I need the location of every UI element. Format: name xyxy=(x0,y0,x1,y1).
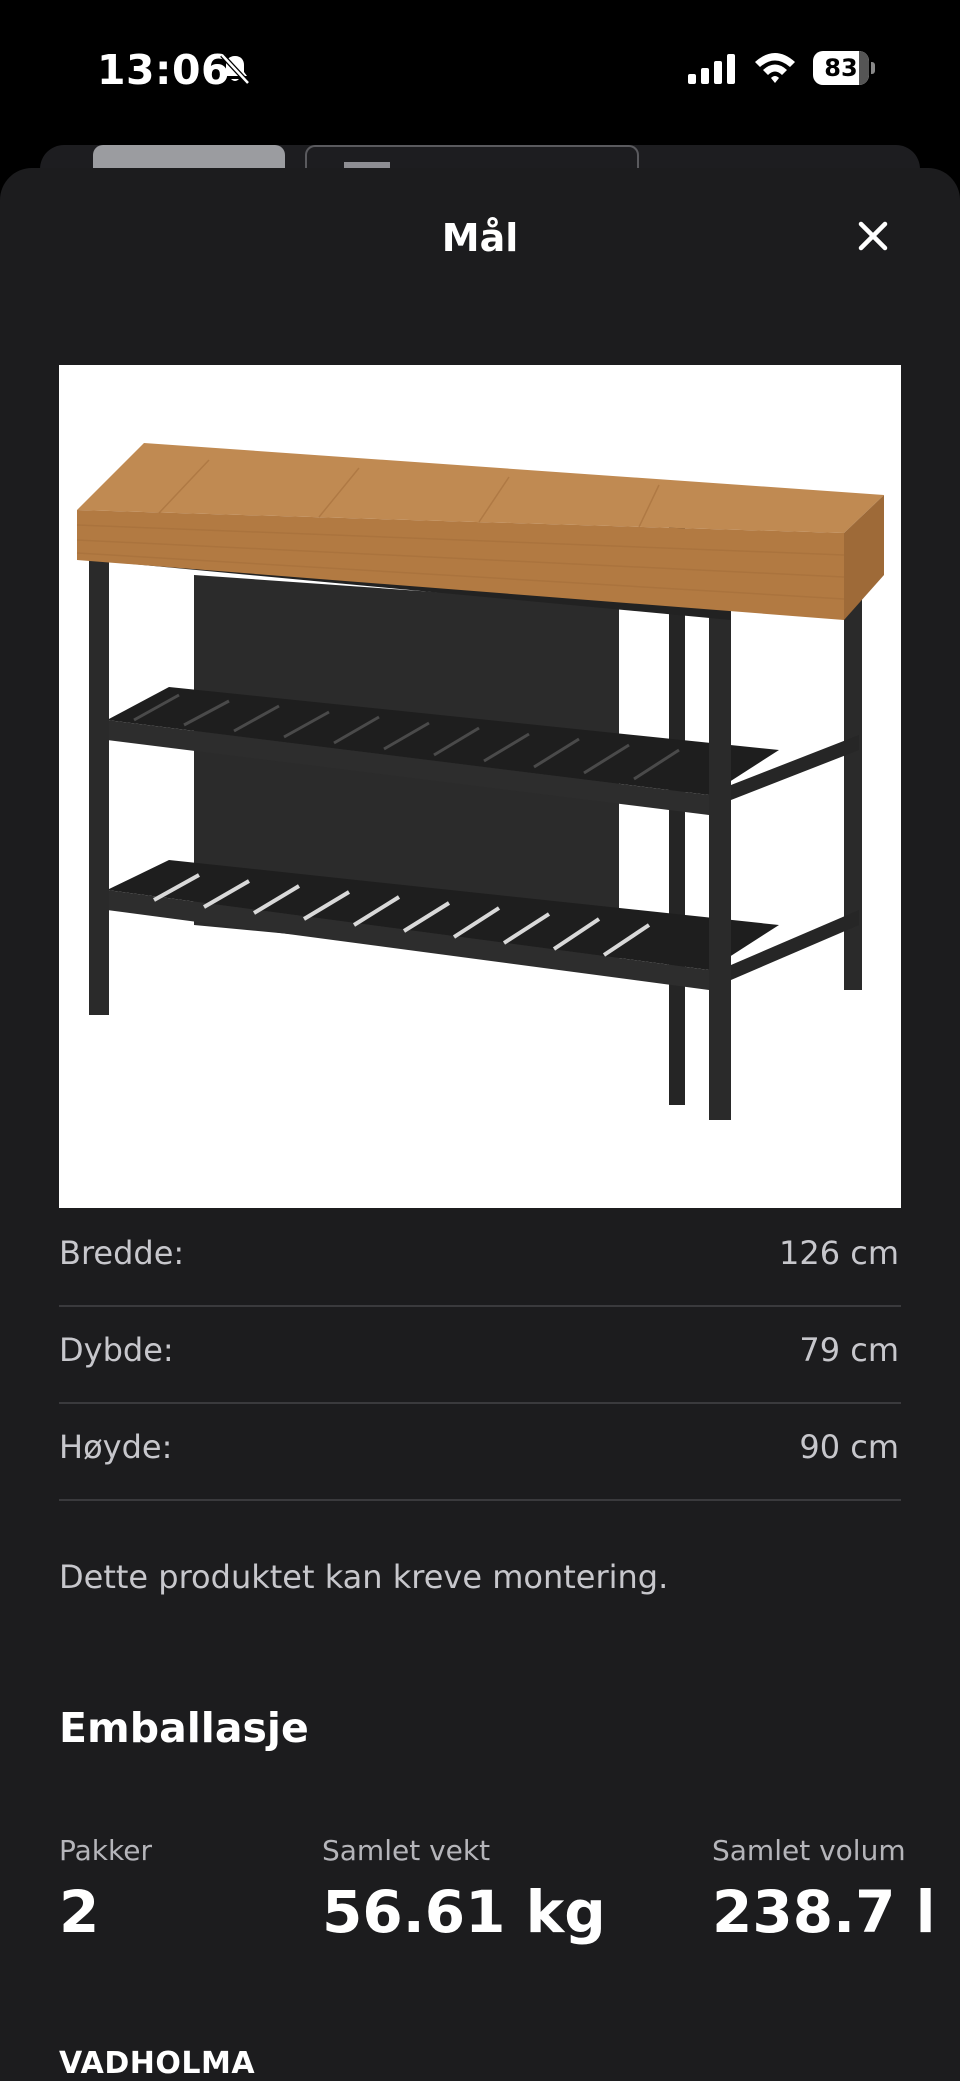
close-icon[interactable] xyxy=(845,208,901,264)
status-time: 13:06 xyxy=(97,46,231,94)
product-image xyxy=(59,365,901,1208)
product-name: VADHOLMA xyxy=(59,2046,256,2081)
packages-value: 2 xyxy=(59,1878,100,1946)
sheet-title: Mål xyxy=(441,216,519,260)
battery-level-text: 83 xyxy=(824,54,858,82)
dimension-row-width: Bredde: 126 cm xyxy=(59,1208,901,1307)
packages-label: Pakker xyxy=(59,1834,152,1867)
packaging-heading: Emballasje xyxy=(59,1704,309,1752)
dimensions-sheet: Mål Bredde: 126 cm Dybde: 79 cm Høyde: 9… xyxy=(0,168,960,2081)
bell-muted-icon xyxy=(220,53,250,85)
total-volume-label: Samlet volum xyxy=(712,1834,906,1867)
total-volume-value: 238.7 l xyxy=(712,1878,936,1946)
cellular-signal-icon xyxy=(688,54,735,84)
battery-icon: 83 xyxy=(813,51,875,85)
total-weight-label: Samlet vekt xyxy=(322,1834,491,1867)
dimension-label: Bredde: xyxy=(59,1234,185,1272)
dimension-row-height: Høyde: 90 cm xyxy=(59,1402,901,1501)
dimension-value: 126 cm xyxy=(778,1234,899,1272)
assembly-note: Dette produktet kan kreve montering. xyxy=(59,1558,669,1596)
dimension-row-depth: Dybde: 79 cm xyxy=(59,1305,901,1404)
dimension-value: 90 cm xyxy=(799,1428,899,1466)
status-bar: 13:06 83 xyxy=(0,0,960,140)
wifi-icon xyxy=(755,53,795,83)
dimension-label: Dybde: xyxy=(59,1331,174,1369)
total-weight-value: 56.61 kg xyxy=(322,1878,606,1946)
dimension-label: Høyde: xyxy=(59,1428,173,1466)
dimension-value: 79 cm xyxy=(799,1331,899,1369)
